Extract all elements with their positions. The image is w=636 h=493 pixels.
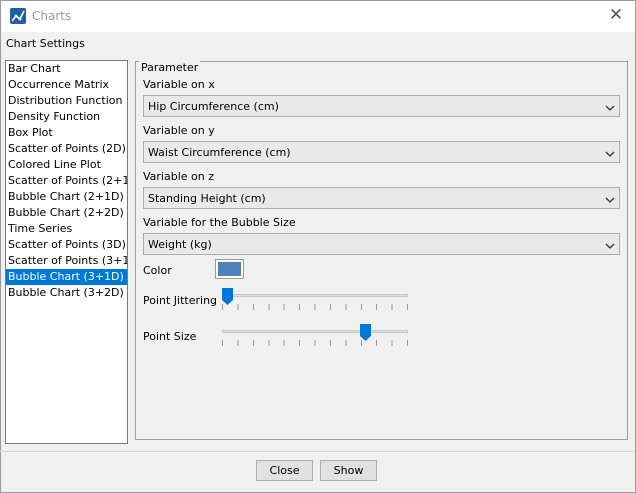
chart-settings-label: Chart Settings xyxy=(6,37,85,50)
variable-z-value: Standing Height (cm) xyxy=(148,192,266,205)
chart-type-item[interactable]: Bubble Chart (3+1D) xyxy=(6,269,127,285)
chart-type-item[interactable]: Scatter of Points (2+1D) xyxy=(6,173,127,189)
parameter-group-title: Parameter xyxy=(139,61,201,74)
point-size-slider[interactable] xyxy=(222,324,408,348)
variable-y-select[interactable]: Waist Circumference (cm) xyxy=(143,141,620,163)
show-button[interactable]: Show xyxy=(320,460,377,481)
chart-type-item[interactable]: Distribution Function xyxy=(6,93,127,109)
color-swatch xyxy=(218,262,241,276)
chart-type-item[interactable]: Bubble Chart (2+2D) xyxy=(6,205,127,221)
chart-type-item[interactable]: Occurrence Matrix xyxy=(6,77,127,93)
chart-type-item[interactable]: Scatter of Points (3D) xyxy=(6,237,127,253)
chart-type-item[interactable]: Box Plot xyxy=(6,125,127,141)
chart-type-list[interactable]: Bar Chart Occurrence Matrix Distribution F… xyxy=(5,60,128,444)
chart-type-item[interactable]: Bar Chart xyxy=(6,61,127,77)
chart-type-item[interactable]: Time Series xyxy=(6,221,127,237)
slider-track xyxy=(222,330,408,333)
menu-bar: Chart Settings xyxy=(1,32,635,56)
variable-z-select[interactable]: Standing Height (cm) xyxy=(143,187,620,209)
close-icon[interactable]: ✕ xyxy=(607,6,625,24)
charts-app-icon xyxy=(10,8,26,24)
footer-separator xyxy=(0,451,634,452)
color-picker-button[interactable] xyxy=(215,259,244,279)
bubble-size-value: Weight (kg) xyxy=(148,238,212,251)
chart-type-item[interactable]: Scatter of Points (3+1D) xyxy=(6,253,127,269)
bubble-size-select[interactable]: Weight (kg) xyxy=(143,233,620,255)
point-size-label: Point Size xyxy=(143,330,197,343)
window-title: Charts xyxy=(32,9,72,23)
chart-type-item[interactable]: Scatter of Points (2D) xyxy=(6,141,127,157)
chevron-down-icon xyxy=(605,148,615,161)
chevron-down-icon xyxy=(605,102,615,115)
color-label: Color xyxy=(143,264,172,277)
variable-x-select[interactable]: Hip Circumference (cm) xyxy=(143,95,620,117)
slider-ticks xyxy=(222,304,408,310)
chart-type-item[interactable]: Bubble Chart (2+1D) xyxy=(6,189,127,205)
slider-thumb[interactable] xyxy=(360,324,372,341)
variable-x-label: Variable on x xyxy=(143,78,215,91)
slider-ticks xyxy=(222,340,408,346)
chart-type-item[interactable]: Bubble Chart (3+2D) xyxy=(6,285,127,301)
point-jittering-label: Point Jittering xyxy=(143,294,218,307)
slider-track xyxy=(222,294,408,297)
close-button[interactable]: Close xyxy=(256,460,313,481)
title-bar: Charts ✕ xyxy=(1,1,635,32)
variable-z-label: Variable on z xyxy=(143,170,215,183)
variable-x-value: Hip Circumference (cm) xyxy=(148,100,279,113)
point-jittering-slider[interactable] xyxy=(222,288,408,312)
slider-thumb[interactable] xyxy=(222,288,233,305)
variable-y-value: Waist Circumference (cm) xyxy=(148,146,291,159)
chart-type-item[interactable]: Colored Line Plot xyxy=(6,157,127,173)
chevron-down-icon xyxy=(605,194,615,207)
variable-y-label: Variable on y xyxy=(143,124,215,137)
chevron-down-icon xyxy=(605,240,615,253)
chart-type-item[interactable]: Density Function xyxy=(6,109,127,125)
bubble-size-label: Variable for the Bubble Size xyxy=(143,216,296,229)
